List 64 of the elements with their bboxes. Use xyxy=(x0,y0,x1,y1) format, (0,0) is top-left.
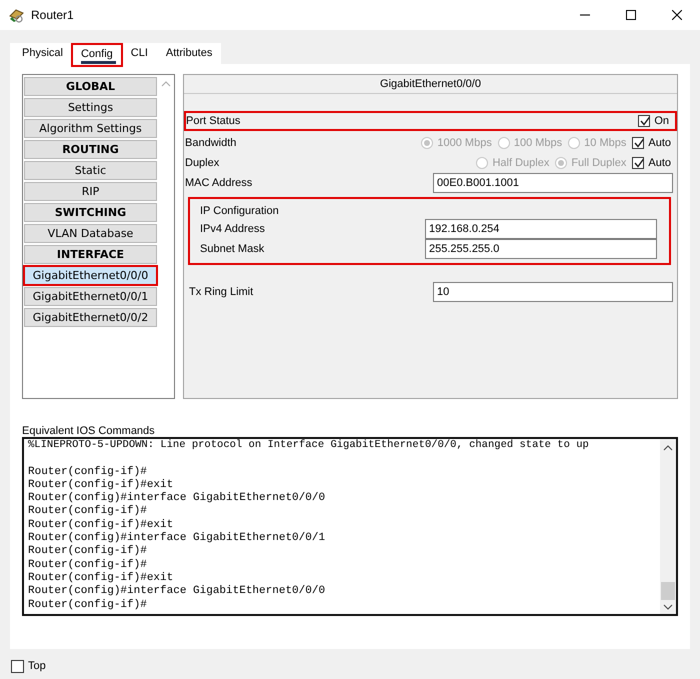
input-field[interactable]: 255.255.255.0 xyxy=(425,239,657,259)
console-line: Router(config-if)# xyxy=(28,466,148,479)
field-label: Port Status xyxy=(186,115,240,127)
group-title: IP Configuration xyxy=(200,204,280,219)
field-label: IPv4 Address xyxy=(200,223,265,235)
console-line: Router(config-if)#exit xyxy=(28,518,174,532)
section-label: Equivalent IOS Commands xyxy=(22,425,156,437)
tab[interactable]: Physical xyxy=(10,43,72,64)
console-line: Router(config)#interface GigabitEthernet0/0/1 xyxy=(28,532,326,545)
sidebar-item[interactable]: VLAN Database xyxy=(24,224,157,243)
scroll-up-icon xyxy=(663,445,673,451)
tab[interactable]: CLI xyxy=(122,43,157,64)
field-label: Subnet Mask xyxy=(200,243,264,255)
router-icon xyxy=(8,6,25,24)
field-label: MAC Address xyxy=(185,177,252,189)
section-header: SWITCHING xyxy=(24,203,157,222)
scroll-up-icon xyxy=(161,81,171,87)
console-line: Router(config-if)# xyxy=(28,598,148,612)
checkbox[interactable] xyxy=(638,115,650,127)
tab[interactable]: Config xyxy=(72,44,122,66)
maximize-icon xyxy=(626,10,636,20)
sidebar-item[interactable]: GigabitEthernet0/0/0 xyxy=(24,266,157,285)
sidebar-item[interactable]: Algorithm Settings xyxy=(24,119,157,138)
check-icon xyxy=(633,137,644,149)
checkbox[interactable] xyxy=(11,660,24,672)
checkbox-label: On xyxy=(654,115,669,127)
sidebar-item[interactable]: Settings xyxy=(24,98,157,117)
sidebar-item[interactable]: GigabitEthernet0/0/2 xyxy=(24,308,157,327)
field-label: Duplex xyxy=(185,157,220,169)
section-header: ROUTING xyxy=(24,140,157,159)
checkbox-label: Auto xyxy=(648,137,671,149)
sidebar-item[interactable]: Static xyxy=(24,161,157,180)
console-line: Router(config-if)# xyxy=(28,558,148,572)
console-line: Router(config-if)# xyxy=(28,505,148,519)
section-header: INTERFACE xyxy=(24,245,157,264)
field-label: Bandwidth xyxy=(185,137,236,149)
input-field[interactable]: 00E0.B001.1001 xyxy=(433,173,673,193)
scroll-down-icon xyxy=(663,604,673,610)
console-line: Router(config-if)#exit xyxy=(28,572,174,585)
radio-label: 1000 Mbps xyxy=(437,137,492,149)
check-icon xyxy=(639,115,650,127)
radio-label: Half Duplex xyxy=(492,157,550,169)
section-header: GLOBAL xyxy=(24,77,157,96)
close-icon xyxy=(672,10,682,20)
radio-label: 100 Mbps xyxy=(514,137,562,149)
field-label: Tx Ring Limit xyxy=(189,286,254,298)
console-line: Router(config-if)# xyxy=(28,545,148,559)
console-line: Router(config)#interface GigabitEthernet0/0/0 xyxy=(28,492,326,505)
input-field[interactable]: 192.168.0.254 xyxy=(425,219,657,239)
tab[interactable]: Attributes xyxy=(156,43,222,64)
console-line: Router(config-if)#exit xyxy=(28,478,174,492)
scroll-thumb[interactable] xyxy=(661,582,675,600)
console-line: %LINEPROTO-5-UPDOWN: Line protocol on Interface GigabitEthernet0/0/0, changed state to up xyxy=(28,439,590,452)
sidebar-item[interactable]: RIP xyxy=(24,182,157,201)
radio-label: Full Duplex xyxy=(571,157,626,169)
check-icon xyxy=(633,157,644,169)
console-line: Router(config)#interface GigabitEthernet0/0/0 xyxy=(28,585,326,599)
scrollbar[interactable] xyxy=(660,439,676,614)
checkbox-label: Auto xyxy=(648,157,671,169)
sidebar-item[interactable]: GigabitEthernet0/0/1 xyxy=(24,287,157,306)
radio-label: 10 Mbps xyxy=(584,137,626,149)
input-field[interactable]: 10 xyxy=(433,282,673,302)
window-title: Router1 xyxy=(31,8,74,22)
checkbox-label: Top xyxy=(28,660,46,672)
